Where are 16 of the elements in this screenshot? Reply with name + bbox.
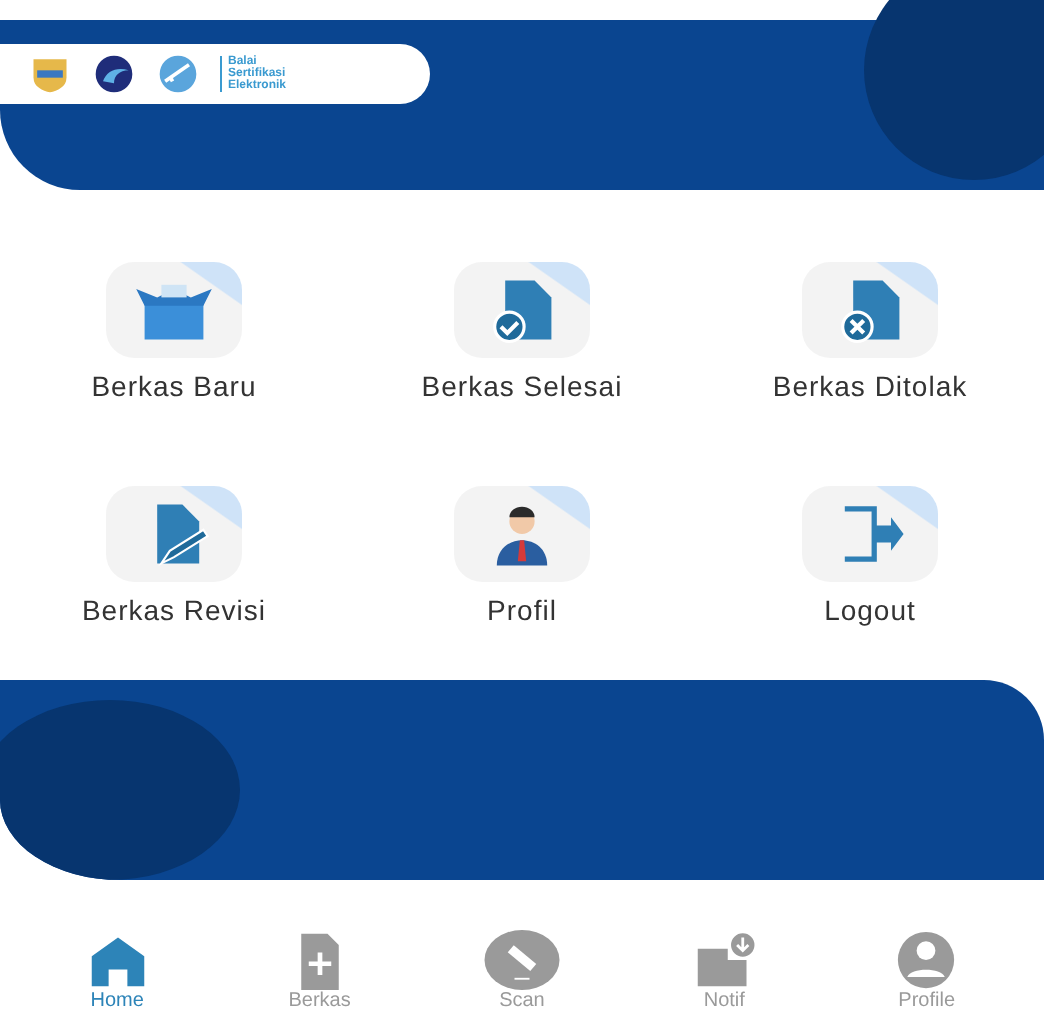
key-logo-icon (156, 52, 200, 96)
menu-item[interactable]: Berkas Revisi (0, 485, 348, 680)
menu-label: Berkas Baru (91, 370, 257, 402)
menu-item[interactable]: Berkas Ditolak (696, 262, 1044, 457)
nav-item[interactable]: Home (47, 930, 188, 1012)
menu-item[interactable]: Profil (348, 485, 696, 680)
wave-logo-icon (92, 52, 136, 96)
menu-item[interactable]: Berkas Selesai (348, 262, 696, 457)
menu-item[interactable]: Berkas Baru (0, 262, 348, 457)
menu-item[interactable]: Logout (696, 485, 1044, 680)
menu-label: Berkas Selesai (421, 370, 623, 402)
scanner-icon (483, 930, 560, 990)
menu-label: Logout (824, 593, 916, 625)
menu-label: Berkas Revisi (81, 593, 267, 625)
menu-label: Profil (487, 593, 557, 625)
menu-label: Berkas Ditolak (772, 370, 968, 402)
